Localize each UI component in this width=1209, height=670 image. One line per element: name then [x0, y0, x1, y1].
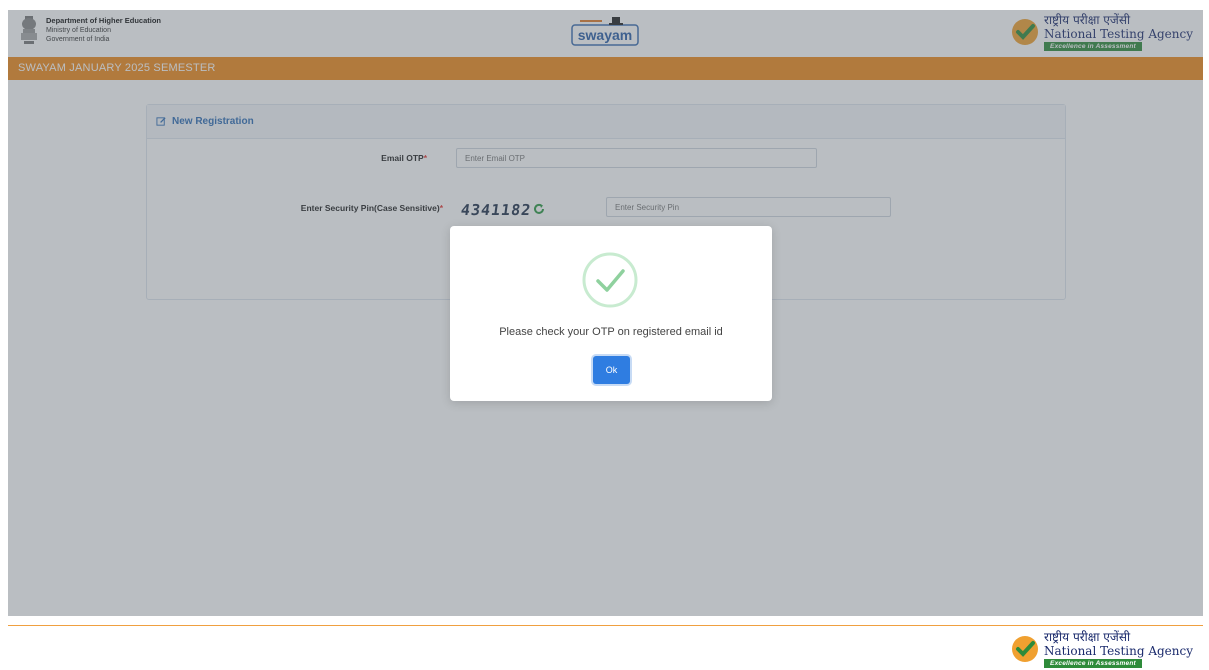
ok-button[interactable]: Ok: [593, 356, 630, 384]
success-dialog: Please check your OTP on registered emai…: [450, 226, 772, 401]
footer-nta-hindi-name: राष्ट्रीय परीक्षा एजेंसी: [1044, 630, 1131, 644]
footer-nta-branding: राष्ट्रीय परीक्षा एजेंसी National Testin…: [1010, 630, 1193, 668]
page: Department of Higher Education Ministry …: [0, 0, 1209, 670]
footer-nta-tagline: Excellence in Assessment: [1044, 659, 1142, 668]
footer-nta-english-name: National Testing Agency: [1044, 644, 1193, 658]
dialog-message: Please check your OTP on registered emai…: [499, 326, 723, 338]
success-check-icon: [582, 252, 638, 308]
footer-nta-text: राष्ट्रीय परीक्षा एजेंसी National Testin…: [1044, 630, 1193, 668]
nta-check-logo-icon: [1012, 636, 1039, 662]
footer-divider: [8, 625, 1203, 626]
